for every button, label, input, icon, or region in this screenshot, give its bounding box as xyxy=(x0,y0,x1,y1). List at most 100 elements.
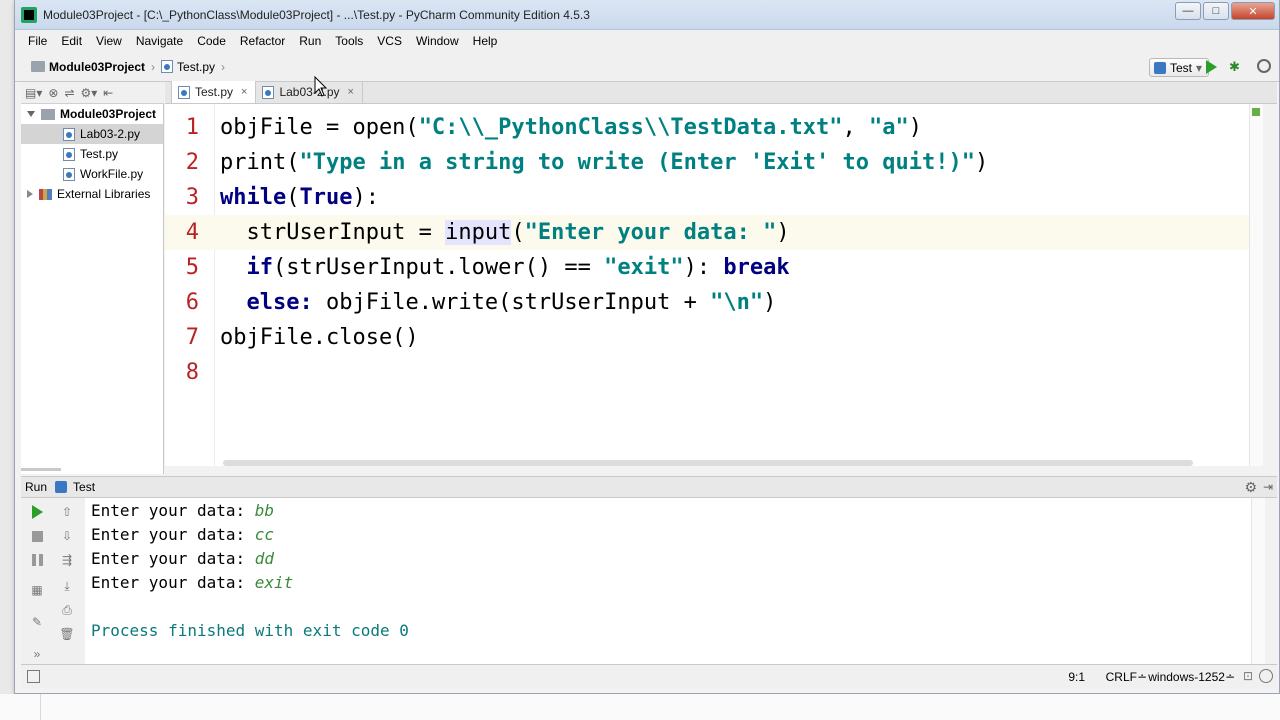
menu-view[interactable]: View xyxy=(89,34,129,48)
chevron-down-icon[interactable] xyxy=(27,111,35,117)
breadcrumb-project[interactable]: Module03Project xyxy=(31,60,145,74)
scroll-from-source-icon[interactable]: ⇌ xyxy=(64,86,74,100)
rerun-icon[interactable] xyxy=(29,504,45,520)
tree-item-file[interactable]: Lab03-2.py xyxy=(21,124,163,144)
code-line[interactable]: 6 else: objFile.write(strUserInput + "\n… xyxy=(165,285,1263,320)
more-icon[interactable]: » xyxy=(29,646,45,662)
line-number: 3 xyxy=(185,185,199,210)
tree-item-file[interactable]: Test.py xyxy=(21,144,163,164)
console-line: Enter your data: exit xyxy=(91,572,294,592)
python-file-icon xyxy=(178,85,190,99)
breadcrumb-project-label: Module03Project xyxy=(49,59,146,74)
lock-icon[interactable]: ⊡ xyxy=(1243,669,1253,683)
code-line[interactable]: 7 objFile.close() xyxy=(165,320,1263,355)
menu-edit[interactable]: Edit xyxy=(54,34,89,48)
tree-item-external-libraries[interactable]: External Libraries xyxy=(21,184,163,204)
menu-navigate[interactable]: Navigate xyxy=(129,34,190,48)
menu-file[interactable]: File xyxy=(21,34,54,48)
hide-panel-icon[interactable]: ⇤ xyxy=(103,86,113,100)
run-console[interactable]: Enter your data: bb Enter your data: cc … xyxy=(85,498,1265,664)
editor-vertical-scrollbar[interactable] xyxy=(1249,104,1263,466)
inspector-face-icon[interactable] xyxy=(1259,669,1273,683)
code-line[interactable]: 5 if(strUserInput.lower() == "exit"): br… xyxy=(165,250,1263,285)
close-tab-icon[interactable]: × xyxy=(348,86,354,98)
minimize-button[interactable]: — xyxy=(1175,2,1201,20)
code-text: strUserInput = input("Enter your data: "… xyxy=(220,220,790,245)
editor-tabs: Test.py × Lab03-2.py × xyxy=(165,81,1277,104)
gear-icon[interactable]: ⚙▾ xyxy=(81,86,98,100)
debug-icon[interactable]: ✱ xyxy=(1229,60,1243,74)
print-icon[interactable]: ⎙ xyxy=(59,602,75,618)
menu-refactor[interactable]: Refactor xyxy=(233,34,292,48)
menu-window[interactable]: Window xyxy=(409,34,466,48)
scroll-to-end-icon[interactable]: ⤓ xyxy=(59,578,75,594)
code-text: if(strUserInput.lower() == "exit"): brea… xyxy=(246,255,790,280)
collapse-all-icon[interactable]: ⊗ xyxy=(48,86,58,100)
line-number: 2 xyxy=(185,150,199,175)
close-tab-icon[interactable]: × xyxy=(241,86,247,98)
close-window-button[interactable]: ✕ xyxy=(1231,2,1275,20)
breadcrumb-separator: › xyxy=(151,59,156,74)
file-encoding[interactable]: windows-1252∸ xyxy=(1148,670,1235,684)
code-text: while(True): xyxy=(220,185,379,210)
menu-vcs[interactable]: VCS xyxy=(370,34,409,48)
run-toolbar: ⇧ ⇩ ⇶ ▦ ⤓ ⎙ ✎ 🗑 » xyxy=(21,498,85,664)
breadcrumb-file[interactable]: Test.py xyxy=(161,60,215,74)
tab-lab03-2-py[interactable]: Lab03-2.py × xyxy=(256,81,363,103)
chevron-right-icon[interactable] xyxy=(27,190,33,198)
gear-icon[interactable]: ⚙ xyxy=(1244,479,1257,496)
search-icon[interactable] xyxy=(1257,59,1271,73)
console-line: Enter your data: bb xyxy=(91,500,275,520)
folder-icon xyxy=(41,108,55,120)
up-arrow-icon[interactable]: ⇧ xyxy=(59,504,75,520)
toggle-tool-windows-icon[interactable] xyxy=(27,670,40,683)
code-line-current[interactable]: 4 strUserInput = input("Enter your data:… xyxy=(165,215,1263,250)
console-exit-message: Process finished with exit code 0 xyxy=(91,620,409,640)
stop-icon[interactable] xyxy=(29,528,45,544)
tree-item-label: External Libraries xyxy=(57,187,151,201)
code-line[interactable]: 2 print("Type in a string to write (Ente… xyxy=(165,145,1263,180)
project-view-icon[interactable]: ▤▾ xyxy=(25,86,42,100)
run-panel-header: Run Test ⚙ ⇥ xyxy=(21,476,1277,498)
menu-tools[interactable]: Tools xyxy=(328,34,370,48)
tree-item-label: Test.py xyxy=(80,147,119,161)
navigation-bar: Module03Project › Test.py › Test ▾ ✱ xyxy=(15,52,1279,82)
menu-run[interactable]: Run xyxy=(292,34,328,48)
code-line[interactable]: 8 xyxy=(165,355,1263,390)
restore-layout-icon[interactable]: ▦ xyxy=(29,582,45,598)
clear-all-icon[interactable]: 🗑 xyxy=(59,626,75,642)
editor-horizontal-scrollbar[interactable] xyxy=(223,460,1193,466)
title-bar: Module03Project - [C:\_PythonClass\Modul… xyxy=(15,0,1279,30)
code-line[interactable]: 1 objFile = open("C:\\_PythonClass\\Test… xyxy=(165,110,1263,145)
code-text: objFile.close() xyxy=(220,325,419,350)
tree-item-label: Lab03-2.py xyxy=(80,127,141,141)
menu-code[interactable]: Code xyxy=(190,34,233,48)
caret-position[interactable]: 9:1 xyxy=(1068,670,1085,684)
tab-test-py[interactable]: Test.py × xyxy=(171,81,257,103)
python-file-icon xyxy=(63,167,75,181)
down-arrow-icon[interactable]: ⇩ xyxy=(59,528,75,544)
run-configuration-selector[interactable]: Test ▾ xyxy=(1149,58,1209,77)
pause-icon[interactable] xyxy=(29,552,45,568)
python-file-icon xyxy=(63,127,75,141)
run-config-label: Test xyxy=(1170,60,1193,75)
console-scrollbar[interactable] xyxy=(1251,498,1265,664)
tree-item-file[interactable]: WorkFile.py xyxy=(21,164,163,184)
window-title: Module03Project - [C:\_PythonClass\Modul… xyxy=(43,7,590,22)
soft-wrap-icon[interactable]: ⇶ xyxy=(59,552,75,568)
maximize-button[interactable]: □ xyxy=(1203,2,1229,20)
code-line[interactable]: 3 while(True): xyxy=(165,180,1263,215)
pin-icon[interactable]: ✎ xyxy=(29,614,45,630)
code-editor[interactable]: 1 objFile = open("C:\\_PythonClass\\Test… xyxy=(165,104,1263,466)
line-separator[interactable]: CRLF∸ xyxy=(1106,670,1147,684)
project-tree: Module03Project Lab03-2.py Test.py WorkF… xyxy=(21,104,164,474)
run-panel-config[interactable]: Test xyxy=(73,480,95,494)
sidebar-scrollbar[interactable] xyxy=(21,468,61,471)
breadcrumb-separator: › xyxy=(221,59,226,74)
tree-item-project-root[interactable]: Module03Project xyxy=(21,104,163,124)
python-config-icon xyxy=(55,481,68,493)
hide-panel-icon[interactable]: ⇥ xyxy=(1263,480,1273,494)
code-text: else: objFile.write(strUserInput + "\n") xyxy=(246,290,777,315)
menu-help[interactable]: Help xyxy=(466,34,505,48)
run-icon[interactable] xyxy=(1206,60,1217,74)
